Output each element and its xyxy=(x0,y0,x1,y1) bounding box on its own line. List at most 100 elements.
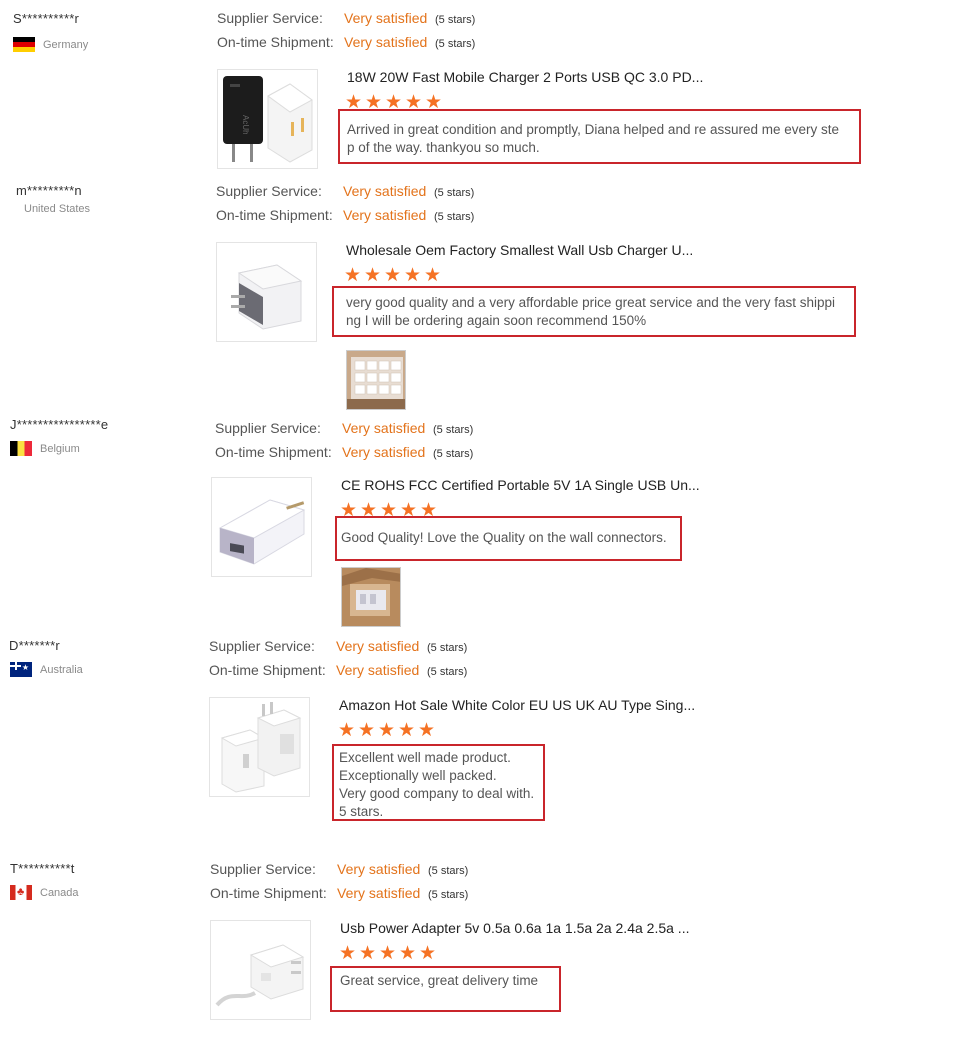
canada-flag-icon xyxy=(10,885,32,900)
star-icon: ★ xyxy=(359,943,378,964)
product-thumbnail[interactable]: AcUh xyxy=(217,69,318,169)
star-icon: ★ xyxy=(344,265,363,286)
product-title[interactable]: Amazon Hot Sale White Color EU US UK AU … xyxy=(339,697,695,713)
belgium-flag-icon xyxy=(10,441,32,456)
product-thumbnail[interactable] xyxy=(211,477,312,577)
country-name: United States xyxy=(24,203,91,215)
star-icon: ★ xyxy=(358,720,377,741)
white-adapter-set-image xyxy=(220,702,302,793)
white-us-plug-adapter-image xyxy=(215,944,305,1007)
country-name: Belgium xyxy=(40,442,80,455)
star-icon: ★ xyxy=(419,943,438,964)
ontime-shipment-label: On-time Shipment: xyxy=(209,662,326,678)
ontime-shipment-stars: (5 stars) xyxy=(428,889,469,901)
supplier-service-row: Supplier Service: Very satisfied (5 star… xyxy=(216,183,474,199)
product-thumbnail[interactable] xyxy=(210,920,311,1020)
star-icon: ★ xyxy=(364,265,383,286)
reviewer-name: m*********n xyxy=(16,183,82,198)
review-comment: Excellent well made product. Exceptional… xyxy=(339,750,535,819)
star-icon: ★ xyxy=(379,943,398,964)
star-icon: ★ xyxy=(338,720,357,741)
supplier-service-label: Supplier Service: xyxy=(217,10,323,26)
ontime-shipment-row: On-time Shipment: Very satisfied (5 star… xyxy=(216,207,474,223)
supplier-service-stars: (5 stars) xyxy=(428,865,469,877)
ontime-shipment-stars: (5 stars) xyxy=(433,448,474,460)
ontime-shipment-label: On-time Shipment: xyxy=(215,444,332,460)
supplier-service-stars: (5 stars) xyxy=(434,187,475,199)
ontime-shipment-stars: (5 stars) xyxy=(435,38,476,50)
review-comment: Arrived in great condition and promptly,… xyxy=(347,122,840,155)
product-thumbnail[interactable] xyxy=(209,697,310,797)
supplier-service-value: Very satisfied xyxy=(337,861,421,877)
star-icon: ★ xyxy=(404,265,423,286)
ontime-shipment-value: Very satisfied xyxy=(336,662,420,678)
supplier-service-value: Very satisfied xyxy=(344,10,428,26)
product-star-rating: ★ ★ ★ ★ ★ xyxy=(344,266,444,286)
review-photo[interactable] xyxy=(341,567,401,627)
ontime-shipment-value: Very satisfied xyxy=(343,207,427,223)
product-title[interactable]: Usb Power Adapter 5v 0.5a 0.6a 1a 1.5a 2… xyxy=(340,920,689,936)
ontime-shipment-row: On-time Shipment: Very satisfied (5 star… xyxy=(217,34,475,50)
supplier-service-value: Very satisfied xyxy=(336,638,420,654)
product-title[interactable]: 18W 20W Fast Mobile Charger 2 Ports USB … xyxy=(347,69,703,85)
ontime-shipment-label: On-time Shipment: xyxy=(210,885,327,901)
ontime-shipment-label: On-time Shipment: xyxy=(217,34,334,50)
reviewer-name: J****************e xyxy=(10,417,109,432)
supplier-service-stars: (5 stars) xyxy=(435,14,476,26)
ontime-shipment-row: On-time Shipment: Very satisfied (5 star… xyxy=(210,885,468,901)
star-icon: ★ xyxy=(424,265,443,286)
reviewer-country: Australia xyxy=(10,662,83,677)
white-cube-charger-image xyxy=(231,264,303,330)
country-name: Germany xyxy=(43,38,89,51)
country-name: Australia xyxy=(40,663,83,676)
star-icon: ★ xyxy=(398,720,417,741)
supplier-service-label: Supplier Service: xyxy=(216,183,322,199)
review-comment: Good Quality! Love the Quality on the wa… xyxy=(341,530,667,545)
star-icon: ★ xyxy=(384,265,403,286)
product-thumbnail[interactable] xyxy=(216,242,317,342)
review-comment: very good quality and a very affordable … xyxy=(346,295,836,328)
ontime-shipment-row: On-time Shipment: Very satisfied (5 star… xyxy=(215,444,473,460)
star-icon: ★ xyxy=(399,943,418,964)
review-photo-boxes xyxy=(347,351,405,409)
review-photo[interactable] xyxy=(346,350,406,410)
supplier-service-value: Very satisfied xyxy=(342,420,426,436)
supplier-service-stars: (5 stars) xyxy=(427,642,468,654)
review-photo-package xyxy=(342,568,400,626)
supplier-service-label: Supplier Service: xyxy=(210,861,316,877)
ontime-shipment-stars: (5 stars) xyxy=(427,666,468,678)
supplier-service-stars: (5 stars) xyxy=(433,424,474,436)
supplier-service-label: Supplier Service: xyxy=(209,638,315,654)
star-icon: ★ xyxy=(339,943,358,964)
supplier-service-row: Supplier Service: Very satisfied (5 star… xyxy=(217,10,475,26)
supplier-service-row: Supplier Service: Very satisfied (5 star… xyxy=(215,420,473,436)
supplier-service-row: Supplier Service: Very satisfied (5 star… xyxy=(210,861,468,877)
svg-text:AcUh: AcUh xyxy=(241,115,250,135)
country-name: Canada xyxy=(40,886,79,899)
product-star-rating: ★ ★ ★ ★ ★ xyxy=(338,721,438,741)
supplier-service-label: Supplier Service: xyxy=(215,420,321,436)
reviewer-country: Canada xyxy=(10,885,79,900)
black-and-white-charger-image: AcUh xyxy=(223,76,313,163)
reviewer-name: T**********t xyxy=(10,861,75,876)
white-eu-plug-charger-image xyxy=(218,499,306,565)
ontime-shipment-value: Very satisfied xyxy=(337,885,421,901)
supplier-service-row: Supplier Service: Very satisfied (5 star… xyxy=(209,638,467,654)
star-icon: ★ xyxy=(378,720,397,741)
australia-flag-icon xyxy=(10,662,32,677)
germany-flag-icon xyxy=(13,37,35,52)
review-comment: Great service, great delivery time xyxy=(340,973,539,988)
reviewer-country: Germany xyxy=(13,37,88,52)
reviewer-name: D*******r xyxy=(9,638,60,653)
ontime-shipment-label: On-time Shipment: xyxy=(216,207,333,223)
star-icon: ★ xyxy=(418,720,437,741)
reviewer-country: Belgium xyxy=(10,441,80,456)
product-title[interactable]: Wholesale Oem Factory Smallest Wall Usb … xyxy=(346,242,693,258)
reviewer-country: United States xyxy=(24,203,90,215)
reviewer-name: S**********r xyxy=(13,11,79,26)
product-star-rating: ★ ★ ★ ★ ★ xyxy=(339,944,439,964)
supplier-service-value: Very satisfied xyxy=(343,183,427,199)
ontime-shipment-row: On-time Shipment: Very satisfied (5 star… xyxy=(209,662,467,678)
ontime-shipment-stars: (5 stars) xyxy=(434,211,475,223)
product-title[interactable]: CE ROHS FCC Certified Portable 5V 1A Sin… xyxy=(341,477,700,493)
